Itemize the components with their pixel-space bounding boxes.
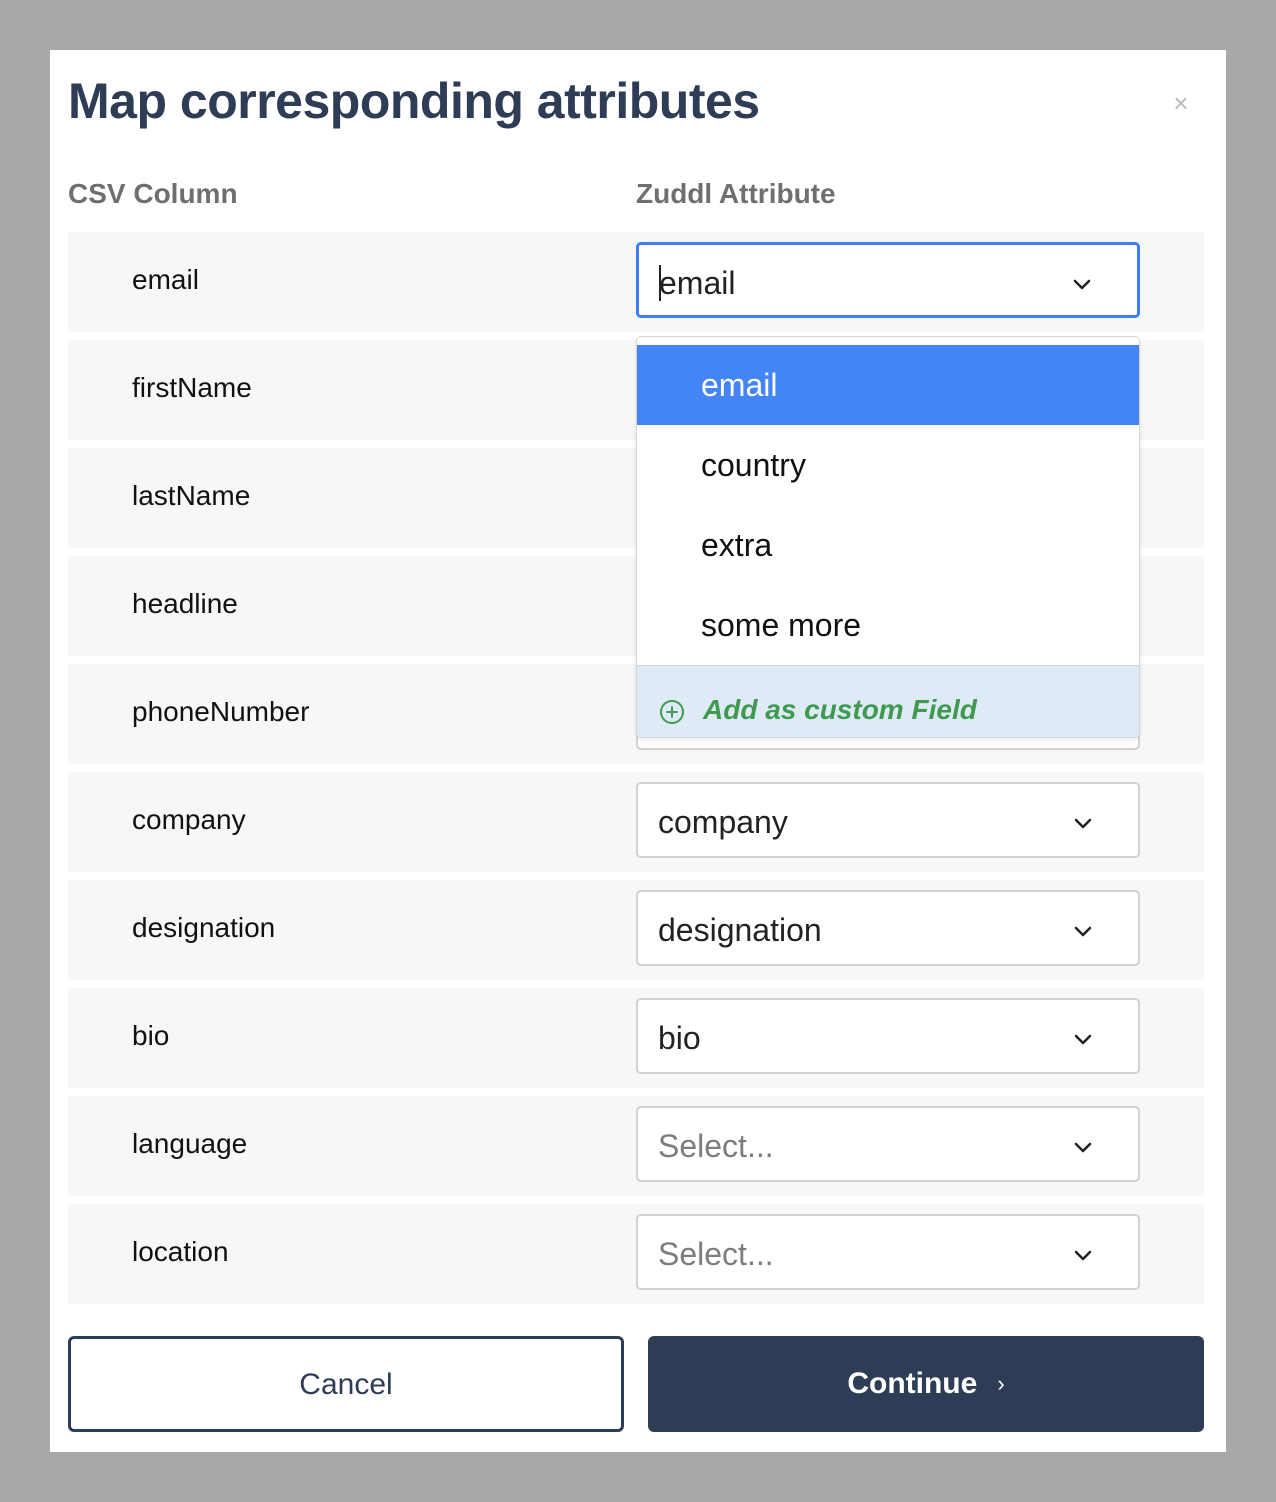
chevron-down-icon (1074, 1034, 1092, 1045)
chevron-down-icon (1074, 926, 1092, 937)
mapping-row: location Select... (68, 1204, 1204, 1304)
attribute-select-placeholder: Select... (658, 1128, 774, 1164)
attribute-select[interactable]: email (636, 242, 1140, 318)
csv-column-label: phoneNumber (132, 696, 310, 727)
chevron-down-icon (1074, 1142, 1092, 1153)
csv-column-label: language (132, 1128, 248, 1159)
csv-column-label: bio (132, 1020, 170, 1051)
continue-button[interactable]: Continue › (648, 1336, 1204, 1432)
attribute-dropdown-menu: email country extra some more Add as cus… (636, 336, 1140, 738)
attribute-select-value: company (658, 804, 788, 840)
csv-column-label: headline (132, 588, 238, 619)
mapping-row: company company (68, 772, 1204, 872)
mapping-row: designation designation (68, 880, 1204, 980)
add-custom-field-label: Add as custom Field (703, 694, 977, 725)
dropdown-option[interactable]: some more (637, 585, 1139, 665)
plus-circle-icon (660, 700, 684, 724)
attribute-select[interactable]: bio (636, 998, 1140, 1074)
close-icon[interactable]: × (1168, 90, 1194, 116)
attribute-select[interactable]: designation (636, 890, 1140, 966)
modal-title: Map corresponding attributes (68, 73, 760, 129)
mapping-row: bio bio (68, 988, 1204, 1088)
continue-button-label: Continue (847, 1367, 978, 1400)
csv-column-label: lastName (132, 480, 251, 511)
attribute-select-value: designation (658, 912, 822, 948)
attribute-select[interactable]: Select... (636, 1106, 1140, 1182)
attribute-column-header: Zuddl Attribute (636, 178, 836, 209)
attribute-select-placeholder: Select... (658, 1236, 774, 1272)
attribute-select-value: email (659, 265, 736, 301)
attribute-select[interactable]: company (636, 782, 1140, 858)
csv-column-label: designation (132, 912, 276, 943)
csv-column-label: company (132, 804, 246, 835)
dropdown-option[interactable]: extra (637, 505, 1139, 585)
map-attributes-modal: Map corresponding attributes × CSV Colum… (50, 50, 1226, 1452)
chevron-down-icon (1073, 279, 1091, 290)
csv-column-header: CSV Column (68, 178, 238, 209)
attribute-select-value: bio (658, 1020, 701, 1056)
csv-column-label: location (132, 1236, 229, 1267)
mapping-row: language Select... (68, 1096, 1204, 1196)
cancel-button-label: Cancel (299, 1368, 393, 1401)
csv-column-label: email (132, 264, 199, 295)
dropdown-option[interactable]: email (637, 345, 1139, 425)
chevron-down-icon (1074, 1250, 1092, 1261)
attribute-select[interactable]: Select... (636, 1214, 1140, 1290)
chevron-down-icon (1074, 818, 1092, 829)
dropdown-option[interactable]: country (637, 425, 1139, 505)
add-custom-field-button[interactable]: Add as custom Field (637, 665, 1139, 737)
chevron-right-icon: › (997, 1371, 1005, 1396)
cancel-button[interactable]: Cancel (68, 1336, 624, 1432)
mapping-row: email email (68, 232, 1204, 332)
csv-column-label: firstName (132, 372, 252, 403)
